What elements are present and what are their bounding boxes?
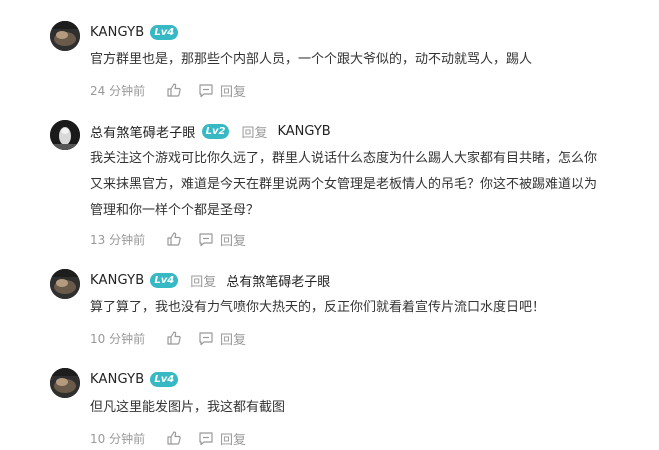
- comment-line: 算了算了，我也没有力气喷你大热天的，反正你们就看着宣传片流口水度日吧！: [90, 300, 546, 315]
- comment-line: 管理和你一样个个都是圣母？: [90, 203, 260, 218]
- comment-text: 官方群里也是，那那些个内部人员，一个个跟大爷似的，动不动就骂人，踢人: [90, 47, 650, 73]
- timestamp: 10 分钟前: [90, 331, 146, 346]
- reply-label: 回复: [220, 233, 247, 249]
- reply-label: 回复: [220, 332, 247, 348]
- reply-button[interactable]: 回复: [198, 329, 246, 348]
- thumbs-up-icon: [167, 331, 181, 345]
- message-icon: [199, 83, 213, 97]
- username[interactable]: KANGYB: [90, 372, 144, 387]
- thumbs-up-icon: [167, 83, 181, 97]
- avatar[interactable]: [50, 269, 80, 299]
- username[interactable]: KANGYB: [90, 25, 144, 40]
- avatar-image: [50, 368, 80, 398]
- reply-button[interactable]: 回复: [198, 429, 246, 448]
- reply-button[interactable]: 回复: [198, 230, 246, 249]
- avatar-image: [50, 269, 80, 299]
- reply-indicator: 回复: [241, 125, 268, 141]
- level-badge: Lv4: [150, 272, 179, 288]
- comment-text: 我关注这个游戏可比你久远了，群里人说话什么态度为什么踢人大家都有目共睹，怎么你 …: [90, 146, 650, 224]
- timestamp: 10 分钟前: [90, 431, 146, 446]
- level-badge: Lv4: [150, 24, 179, 40]
- username[interactable]: KANGYB: [90, 273, 144, 288]
- reply-target-user[interactable]: KANGYB: [277, 124, 330, 139]
- comment-line: 我关注这个游戏可比你久远了，群里人说话什么态度为什么踢人大家都有目共睹，怎么你: [90, 151, 598, 166]
- timestamp: 13 分钟前: [90, 232, 146, 247]
- like-button[interactable]: [164, 429, 184, 447]
- message-icon: [199, 232, 213, 246]
- level-badge: Lv4: [150, 371, 179, 387]
- avatar-image: [50, 120, 80, 150]
- comment-line: 官方群里也是，那那些个内部人员，一个个跟大爷似的，动不动就骂人，踢人: [90, 52, 533, 67]
- reply-button[interactable]: 回复: [198, 81, 246, 100]
- thumbs-up-icon: [167, 431, 181, 445]
- timestamp: 24 分钟前: [90, 83, 146, 98]
- comment-text: 算了算了，我也没有力气喷你大热天的，反正你们就看着宣传片流口水度日吧！: [90, 295, 650, 321]
- username[interactable]: 总有煞笔碍老子眼: [90, 122, 196, 141]
- message-icon: [199, 331, 213, 345]
- like-button[interactable]: [164, 329, 184, 347]
- reply-target-user[interactable]: 总有煞笔碍老子眼: [226, 271, 330, 290]
- avatar[interactable]: [50, 21, 80, 51]
- like-button[interactable]: [164, 230, 184, 248]
- reply-indicator: 回复: [190, 274, 217, 290]
- reply-label: 回复: [220, 432, 247, 448]
- level-badge: Lv2: [201, 123, 230, 139]
- comment-line: 又来抹黑官方，难道是今天在群里说两个女管理是老板情人的吊毛？你这不被踢难道以为: [90, 177, 598, 192]
- thumbs-up-icon: [167, 232, 181, 246]
- message-icon: [199, 431, 213, 445]
- avatar[interactable]: [50, 368, 80, 398]
- like-button[interactable]: [164, 81, 184, 99]
- comment-text: 但凡这里能发图片，我这都有截图: [90, 395, 650, 421]
- avatar[interactable]: [50, 120, 80, 150]
- avatar-image: [50, 21, 80, 51]
- reply-label: 回复: [220, 84, 247, 100]
- comment-line: 但凡这里能发图片，我这都有截图: [90, 400, 286, 415]
